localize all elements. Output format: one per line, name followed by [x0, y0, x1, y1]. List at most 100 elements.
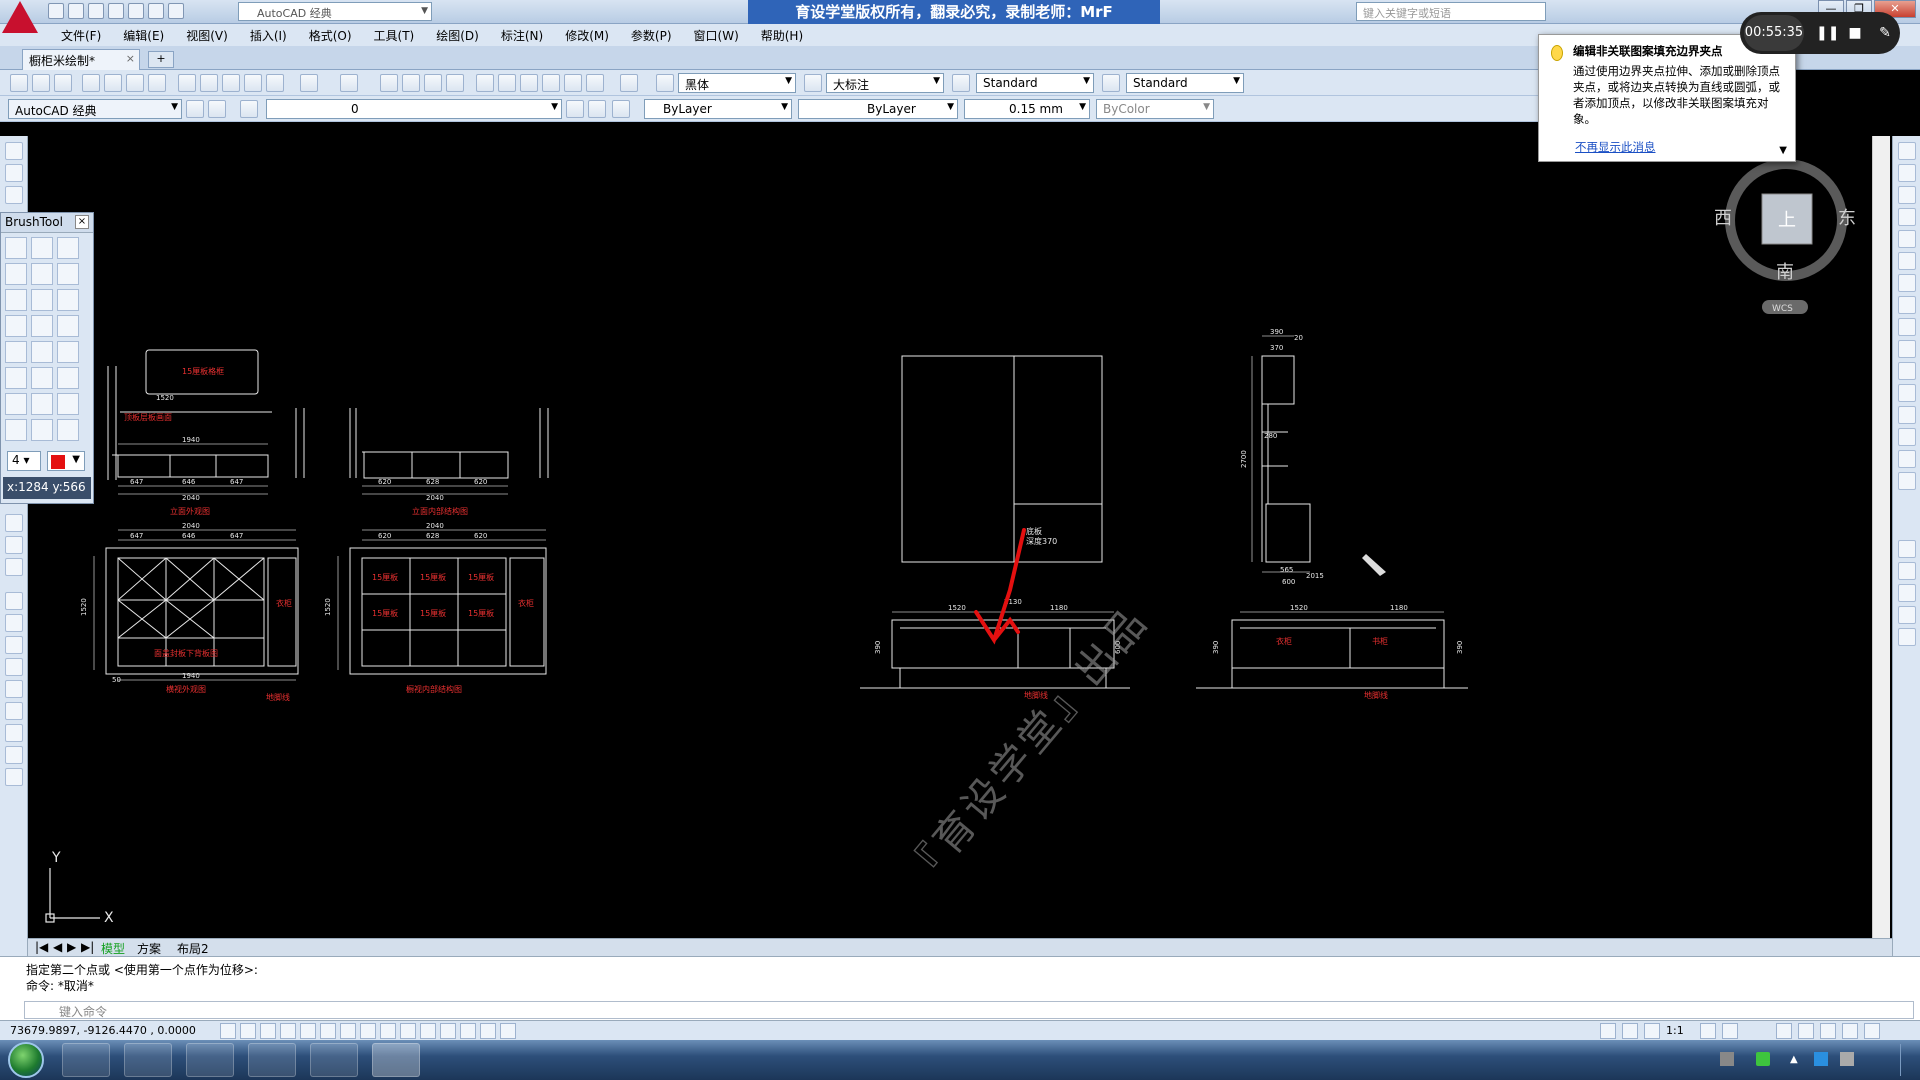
color-dropdown[interactable]: ByLayer ▼ — [644, 99, 792, 119]
scale-icon[interactable] — [5, 746, 23, 764]
lineweight-dropdown[interactable]: 0.15 mm ▼ — [964, 99, 1090, 119]
workspace-toolbar-dropdown[interactable]: AutoCAD 经典 ▼ — [8, 99, 182, 119]
mirror-icon[interactable] — [5, 636, 23, 654]
plot-icon[interactable] — [82, 74, 100, 92]
zoom-previous-icon[interactable] — [446, 74, 464, 92]
open-icon[interactable] — [32, 74, 50, 92]
quick-properties-icon[interactable] — [460, 1023, 476, 1039]
selection-cycling-icon[interactable] — [480, 1023, 496, 1039]
mirror-icon[interactable] — [1898, 186, 1916, 204]
construction-line-icon[interactable] — [5, 164, 23, 182]
save-icon[interactable] — [54, 74, 72, 92]
table-style-dropdown[interactable]: Standard ▼ — [976, 73, 1094, 93]
menu-parametric[interactable]: 参数(P) — [620, 27, 683, 44]
draworder-front-icon[interactable] — [1898, 562, 1916, 580]
start-menu-icon[interactable] — [8, 1042, 44, 1078]
offset-icon[interactable] — [1898, 208, 1916, 226]
layer-dropdown[interactable]: 0 ▼ — [266, 99, 562, 119]
ie-app-icon[interactable] — [62, 1043, 110, 1077]
viewcube-top-face[interactable]: 上 — [1778, 210, 1796, 231]
dim-style-dropdown[interactable]: 大标注 ▼ — [826, 73, 944, 93]
draworder-under-icon[interactable] — [1898, 628, 1916, 646]
plotstyle-dropdown[interactable]: ByColor ▼ — [1096, 99, 1214, 119]
model-space-icon[interactable] — [1600, 1023, 1616, 1039]
plot-preview-icon[interactable] — [104, 74, 122, 92]
help-search-input[interactable]: 键入关键字或短语 — [1356, 2, 1546, 21]
qnew-icon[interactable] — [10, 74, 28, 92]
tab-layout2[interactable]: 布局2 — [174, 940, 212, 957]
multiline-text-icon[interactable] — [5, 536, 23, 554]
properties-icon[interactable] — [476, 74, 494, 92]
erase-icon[interactable] — [5, 592, 23, 610]
tab-layout-plan[interactable]: 方案 — [134, 940, 164, 957]
workspace-switching-icon[interactable] — [1776, 1023, 1792, 1039]
menu-view[interactable]: 视图(V) — [175, 27, 239, 44]
ellipse-icon[interactable] — [31, 341, 53, 363]
close-tab-icon[interactable]: × — [126, 52, 135, 65]
annotation-monitor-icon[interactable] — [500, 1023, 516, 1039]
object-snap-icon[interactable] — [320, 1023, 336, 1039]
viewcube-south[interactable]: 南 — [1776, 262, 1794, 283]
expand-icon[interactable]: ▼ — [1779, 143, 1787, 159]
3d-object-snap-icon[interactable] — [340, 1023, 356, 1039]
chamfer-icon[interactable] — [1898, 428, 1916, 446]
undo-icon[interactable] — [148, 3, 164, 19]
menu-draw[interactable]: 绘图(D) — [425, 27, 490, 44]
new-icon[interactable] — [48, 3, 64, 19]
transparency-icon[interactable] — [440, 1023, 456, 1039]
font-icon[interactable] — [57, 367, 79, 389]
design-center-icon[interactable] — [498, 74, 516, 92]
new-tab-button[interactable]: + — [148, 51, 174, 68]
extend-icon[interactable] — [1898, 362, 1916, 380]
brush-color-dropdown[interactable]: ▼ — [47, 451, 85, 471]
pen-icon[interactable] — [5, 315, 27, 337]
stop-icon[interactable]: ■ — [1846, 24, 1864, 42]
annotation-scale-value[interactable]: 1:1 — [1666, 1024, 1684, 1037]
filled-ellipse-icon[interactable] — [5, 367, 27, 389]
help-icon[interactable] — [620, 74, 638, 92]
ortho-mode-icon[interactable] — [280, 1023, 296, 1039]
quickcalc-icon[interactable] — [586, 74, 604, 92]
annotation-scale-icon[interactable] — [1644, 1023, 1660, 1039]
draworder-back-icon[interactable] — [1898, 584, 1916, 602]
menu-file[interactable]: 文件(F) — [50, 27, 112, 44]
zoom-icon[interactable] — [57, 393, 79, 415]
infer-constraints-icon[interactable] — [220, 1023, 236, 1039]
copy-object-icon[interactable] — [1898, 164, 1916, 182]
polyline-icon[interactable] — [5, 186, 23, 204]
zoom-realtime-icon[interactable] — [402, 74, 420, 92]
menu-dimension[interactable]: 标注(N) — [490, 27, 554, 44]
table-style-icon[interactable] — [952, 74, 970, 92]
drawing-canvas[interactable]: 1940 647 646 647 2040 1520 620 628 620 2… — [28, 136, 1884, 938]
break-icon[interactable] — [1898, 384, 1916, 402]
tray-expand-icon[interactable]: ▲ — [1790, 1054, 1798, 1065]
brush-size-dropdown[interactable]: 4 ▾ — [7, 451, 41, 471]
eyedropper-icon[interactable] — [31, 289, 53, 311]
menu-help[interactable]: 帮助(H) — [750, 27, 814, 44]
stretch-icon[interactable] — [1898, 318, 1916, 336]
menu-insert[interactable]: 插入(I) — [239, 27, 298, 44]
draworder-icon[interactable] — [1898, 540, 1916, 558]
show-desktop-button[interactable] — [1900, 1044, 1916, 1076]
viewcube[interactable]: 西 东 南 上 WCS — [1700, 150, 1880, 330]
pen-icon[interactable]: ✎ — [1876, 24, 1894, 42]
pause-icon[interactable]: ❚❚ — [1816, 24, 1839, 42]
save-icon[interactable] — [31, 237, 53, 259]
open-icon[interactable] — [5, 237, 27, 259]
publish-icon[interactable] — [126, 74, 144, 92]
saveas-icon[interactable] — [108, 3, 124, 19]
offset-icon[interactable] — [5, 658, 23, 676]
screenshot-icon[interactable] — [57, 237, 79, 259]
quick-view-icon[interactable] — [1622, 1023, 1638, 1039]
move-icon[interactable] — [1898, 252, 1916, 270]
tab-nav-last-icon[interactable]: ▶| — [78, 940, 97, 954]
pan-icon[interactable] — [380, 74, 398, 92]
layer-properties-icon[interactable] — [240, 100, 258, 118]
table-icon[interactable] — [5, 514, 23, 532]
pin-icon[interactable] — [5, 419, 27, 441]
rectangle-icon[interactable] — [5, 341, 27, 363]
dynamic-ucs-icon[interactable] — [380, 1023, 396, 1039]
paste-icon[interactable] — [222, 74, 240, 92]
grid-display-icon[interactable] — [260, 1023, 276, 1039]
workspace-dropdown[interactable]: AutoCAD 经典 ▼ — [238, 2, 432, 21]
